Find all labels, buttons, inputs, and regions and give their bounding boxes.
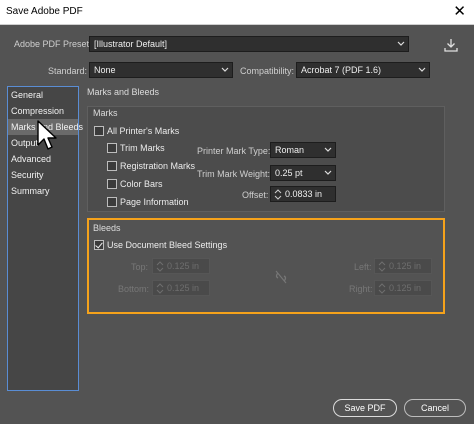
preset-label: Adobe PDF Preset: xyxy=(14,39,92,49)
preset-value: [Illustrator Default] xyxy=(94,39,168,49)
window-title: Save Adobe PDF xyxy=(6,6,83,17)
standard-label: Standard: xyxy=(48,66,88,76)
compatibility-select[interactable]: Acrobat 7 (PDF 1.6) xyxy=(296,62,430,78)
use-document-bleed-checkbox[interactable] xyxy=(94,240,104,250)
bleed-right-label: Right: xyxy=(349,284,373,294)
bleed-top-stepper[interactable]: 0.125 in xyxy=(152,258,210,274)
compatibility-label: Compatibility: xyxy=(240,66,295,76)
mouse-pointer-icon xyxy=(36,120,58,154)
sidebar-item-general[interactable]: General xyxy=(8,87,78,103)
sidebar-item-summary[interactable]: Summary xyxy=(8,183,78,199)
compatibility-value: Acrobat 7 (PDF 1.6) xyxy=(301,65,382,75)
page-information-label: Page Information xyxy=(120,197,189,207)
page-information-checkbox[interactable] xyxy=(107,197,117,207)
stepper-arrows-icon[interactable] xyxy=(274,189,282,200)
download-icon[interactable] xyxy=(442,36,460,54)
printer-mark-type-label: Printer Mark Type: xyxy=(197,146,271,156)
sidebar-item-security[interactable]: Security xyxy=(8,167,78,183)
trim-marks-checkbox[interactable] xyxy=(107,143,117,153)
panel-title: Marks and Bleeds xyxy=(87,87,160,97)
bleed-left-stepper[interactable]: 0.125 in xyxy=(374,258,432,274)
chevron-down-icon xyxy=(324,168,332,178)
bleed-top-value: 0.125 in xyxy=(167,261,200,271)
bleeds-title: Bleeds xyxy=(93,223,121,233)
standard-select[interactable]: None xyxy=(89,62,233,78)
save-pdf-button[interactable]: Save PDF xyxy=(333,399,397,417)
trim-mark-weight-label: Trim Mark Weight: xyxy=(197,169,271,179)
bleed-left-label: Left: xyxy=(354,262,372,272)
bleed-top-label: Top: xyxy=(131,262,149,272)
registration-marks-checkbox[interactable] xyxy=(107,161,117,171)
all-printers-marks-label: All Printer's Marks xyxy=(107,126,180,136)
offset-label: Offset: xyxy=(242,190,269,200)
cancel-button[interactable]: Cancel xyxy=(404,399,466,417)
bleed-left-value: 0.125 in xyxy=(389,261,422,271)
all-printers-marks-checkbox[interactable] xyxy=(94,126,104,136)
trim-mark-weight-select[interactable]: 0.25 pt xyxy=(270,165,336,181)
chevron-down-icon xyxy=(221,65,229,75)
chevron-down-icon xyxy=(397,39,405,49)
trim-marks-label: Trim Marks xyxy=(120,143,165,153)
unlink-icon[interactable] xyxy=(272,268,290,286)
stepper-arrows-icon xyxy=(156,283,164,294)
trim-mark-weight-value: 0.25 pt xyxy=(275,168,303,178)
bleed-bottom-stepper[interactable]: 0.125 in xyxy=(152,280,210,296)
chevron-down-icon xyxy=(418,65,426,75)
close-icon[interactable]: ✕ xyxy=(453,3,466,20)
stepper-arrows-icon xyxy=(378,261,386,272)
printer-mark-type-value: Roman xyxy=(275,145,305,155)
sidebar-item-compression[interactable]: Compression xyxy=(8,103,78,119)
bleed-right-stepper[interactable]: 0.125 in xyxy=(374,280,432,296)
registration-marks-label: Registration Marks xyxy=(120,161,196,171)
stepper-arrows-icon xyxy=(378,283,386,294)
bleed-bottom-label: Bottom: xyxy=(118,284,150,294)
use-document-bleed-label: Use Document Bleed Settings xyxy=(107,240,228,250)
printer-mark-type-select[interactable]: Roman xyxy=(270,142,336,158)
bleed-bottom-value: 0.125 in xyxy=(167,283,200,293)
offset-stepper[interactable]: 0.0833 in xyxy=(270,186,336,202)
marks-title: Marks xyxy=(93,108,118,118)
color-bars-label: Color Bars xyxy=(120,179,163,189)
stepper-arrows-icon xyxy=(156,261,164,272)
chevron-down-icon xyxy=(324,145,332,155)
bleed-right-value: 0.125 in xyxy=(389,283,422,293)
color-bars-checkbox[interactable] xyxy=(107,179,117,189)
standard-value: None xyxy=(94,65,116,75)
title-bar: Save Adobe PDF ✕ xyxy=(0,0,474,25)
preset-select[interactable]: [Illustrator Default] xyxy=(89,36,409,52)
offset-value: 0.0833 in xyxy=(285,189,323,199)
